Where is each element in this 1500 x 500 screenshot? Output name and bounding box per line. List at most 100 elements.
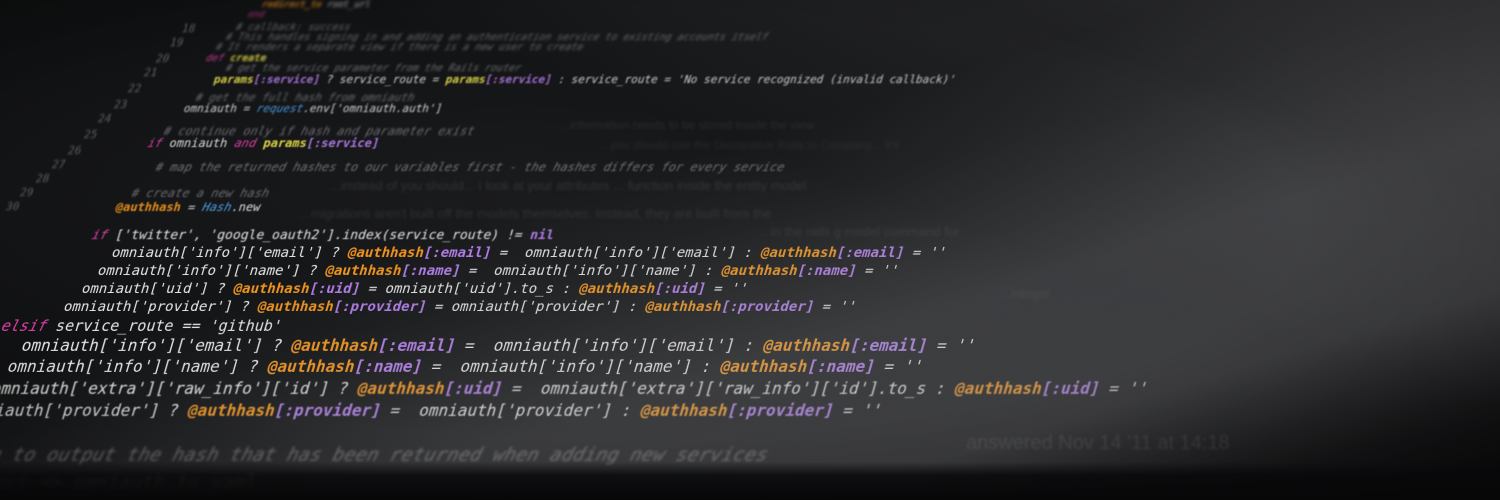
code-line: @authhash = Hash.new — [114, 200, 263, 214]
code-line: text => omniauth.to_yaml — [0, 472, 260, 494]
code-token: = '' — [831, 401, 885, 420]
code-token: @authhash — [718, 357, 811, 376]
code-token: omniauth['extra']['raw_info']['id'] ? — [0, 379, 361, 398]
code-line: if ['twitter', 'google_oauth2'].index(se… — [90, 228, 556, 243]
code-token: [:provider] — [272, 401, 384, 420]
code-token: [:provider] — [331, 299, 429, 315]
line-number: 23 — [112, 98, 130, 111]
code-token: [:service] — [251, 73, 322, 86]
code-token: = omniauth['provider'] : — [424, 299, 648, 315]
code-token: [:provider] — [719, 299, 817, 315]
code-token: # It renders a separate view if there is… — [214, 42, 585, 53]
code-token: Hash — [200, 200, 234, 214]
code-line: # It renders a separate view if there is… — [214, 42, 584, 53]
code-token: [:email] — [421, 245, 494, 261]
code-token: = omniauth['info']['name'] : — [458, 263, 725, 279]
code-token: @authhash — [113, 200, 184, 214]
code-token: [:uid] — [652, 281, 709, 297]
code-token: g to output the hash that has been retur… — [0, 444, 772, 466]
line-number: 22 — [126, 82, 144, 95]
line-number: 21 — [142, 66, 160, 79]
background-text-line: ...integer — [1000, 286, 1051, 301]
code-line: end — [247, 10, 266, 20]
background-text-line: ...instead of you should... I look at yo… — [330, 178, 807, 193]
code-token: params — [261, 136, 309, 150]
background-text-line: answered Nov 14 '11 at 14:18 — [966, 432, 1230, 454]
code-token: omniauth — [160, 136, 237, 150]
code-token: ? service_route = — [318, 73, 448, 86]
code-token: @authhash — [265, 357, 358, 376]
code-token: = '' — [902, 245, 949, 261]
code-token: omniauth['info']['email'] ? — [19, 336, 295, 355]
code-token: # map the returned hashes to our variabl… — [153, 160, 787, 174]
code-token: root_url — [320, 0, 372, 10]
code-token: [:name] — [804, 357, 878, 376]
code-line: omniauth['uid'] ? @authhash[:uid] = omni… — [80, 281, 750, 297]
code-token: @authhash — [577, 281, 658, 297]
code-token: = '' — [854, 263, 902, 279]
code-line: omniauth['info']['email'] ? @authhash[:e… — [110, 245, 949, 261]
line-number: 30 — [4, 200, 22, 213]
line-number: 25 — [82, 128, 100, 141]
code-line: # map the returned hashes to our variabl… — [154, 160, 787, 174]
code-token: request — [254, 102, 306, 115]
code-token: params — [212, 73, 256, 86]
code-token: [:name] — [352, 357, 425, 376]
code-token: [:uid] — [307, 281, 363, 297]
code-token: [:email] — [834, 245, 907, 261]
code-token: @authhash — [345, 245, 427, 261]
line-number: 29 — [18, 186, 36, 199]
code-line: omniauth['info']['name'] ? @authhash[:na… — [96, 263, 901, 279]
code-token: # create a new hash — [129, 186, 272, 200]
code-token: : service_route = 'No service recognized… — [549, 73, 958, 86]
code-token: omniauth = — [182, 102, 259, 115]
code-token: @authhash — [719, 263, 800, 279]
code-token: = omniauth['info']['name'] : — [419, 357, 724, 376]
line-number: 27 — [50, 158, 68, 171]
code-token: @authhash — [288, 336, 382, 355]
code-line: if omniauth and params[:service] — [146, 136, 381, 150]
code-line: elsif service_route == 'github' — [0, 317, 285, 335]
code-token: service_route == 'github' — [44, 317, 285, 335]
line-number: 20 — [154, 52, 172, 65]
background-text-line: ...you should use the Declarative Rails … — [600, 138, 900, 152]
code-token: = '' — [703, 281, 751, 297]
code-token: @authhash — [761, 336, 854, 355]
code-line: g to output the hash that has been retur… — [0, 444, 771, 466]
code-token: @authhash — [638, 401, 731, 420]
code-token: = '' — [811, 299, 859, 315]
code-token: @authhash — [758, 245, 840, 261]
code-token: @authhash — [643, 299, 724, 315]
code-token: = '' — [924, 336, 979, 355]
code-token: redirect_to — [260, 0, 324, 10]
code-token: .new — [229, 200, 263, 214]
code-token: [:name] — [795, 263, 859, 279]
code-line: omniauth['info']['name'] ? @authhash[:na… — [5, 357, 926, 376]
line-number: 18 — [180, 22, 198, 35]
code-token: [:service] — [483, 73, 554, 86]
code-token: @authhash — [185, 401, 278, 420]
code-token: = '' — [872, 357, 926, 376]
code-token: omniauth['info']['email'] ? — [109, 245, 351, 261]
code-token: @authhash — [231, 281, 312, 297]
code-token: @authhash — [255, 299, 337, 315]
line-number: 19 — [168, 36, 186, 49]
code-token: elsif — [0, 317, 50, 335]
line-number: 24 — [96, 112, 114, 125]
code-token: omniauth['provider'] ? — [61, 299, 261, 315]
code-line: omniauth['extra']['raw_info']['id'] ? @a… — [0, 379, 1151, 398]
code-token: @authhash — [952, 379, 1045, 398]
code-token: .env['omniauth.auth'] — [301, 102, 445, 115]
code-token: [:name] — [399, 263, 463, 279]
code-token: [:email] — [847, 336, 931, 355]
line-number: 28 — [34, 172, 52, 185]
code-token: niauth['provider'] ? — [0, 401, 192, 420]
code-line: niauth['provider'] ? @authhash[:provider… — [0, 401, 885, 420]
code-token: ['twitter', 'google_oauth2'].index(servi… — [105, 228, 533, 243]
code-token: [:uid] — [442, 379, 506, 398]
background-text-line: ...information needs to be stored inside… — [560, 118, 815, 132]
code-token: omniauth['info']['name'] ? — [5, 357, 271, 376]
code-line: params[:service] ? service_route = param… — [212, 73, 958, 86]
code-token: = '' — [1097, 379, 1151, 398]
code-token: @authhash — [323, 263, 404, 279]
